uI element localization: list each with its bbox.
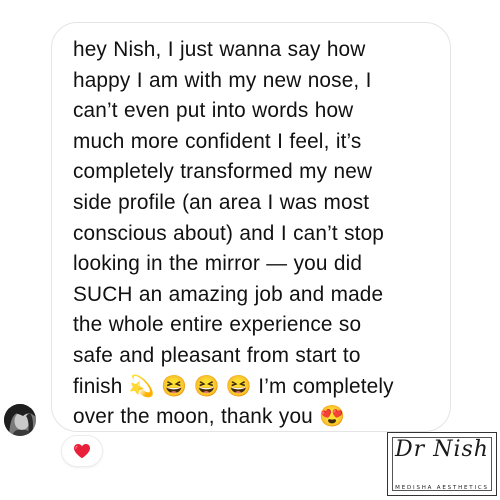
message-bubble[interactable]: hey Nish, I just wanna say how happy I a…: [51, 22, 451, 432]
watermark-subtitle: MEDISHA AESTHETICS: [395, 485, 489, 491]
sender-avatar[interactable]: [4, 404, 36, 436]
watermark-script-logo: Dr Nish: [395, 437, 489, 462]
message-text: hey Nish, I just wanna say how happy I a…: [73, 38, 394, 429]
red-heart-icon: [74, 444, 90, 459]
reaction-badge[interactable]: [62, 436, 102, 466]
avatar-photo-icon: [4, 404, 36, 436]
chat-area: hey Nish, I just wanna say how happy I a…: [0, 0, 500, 500]
brand-watermark: Dr Nish MEDISHA AESTHETICS: [387, 432, 497, 496]
